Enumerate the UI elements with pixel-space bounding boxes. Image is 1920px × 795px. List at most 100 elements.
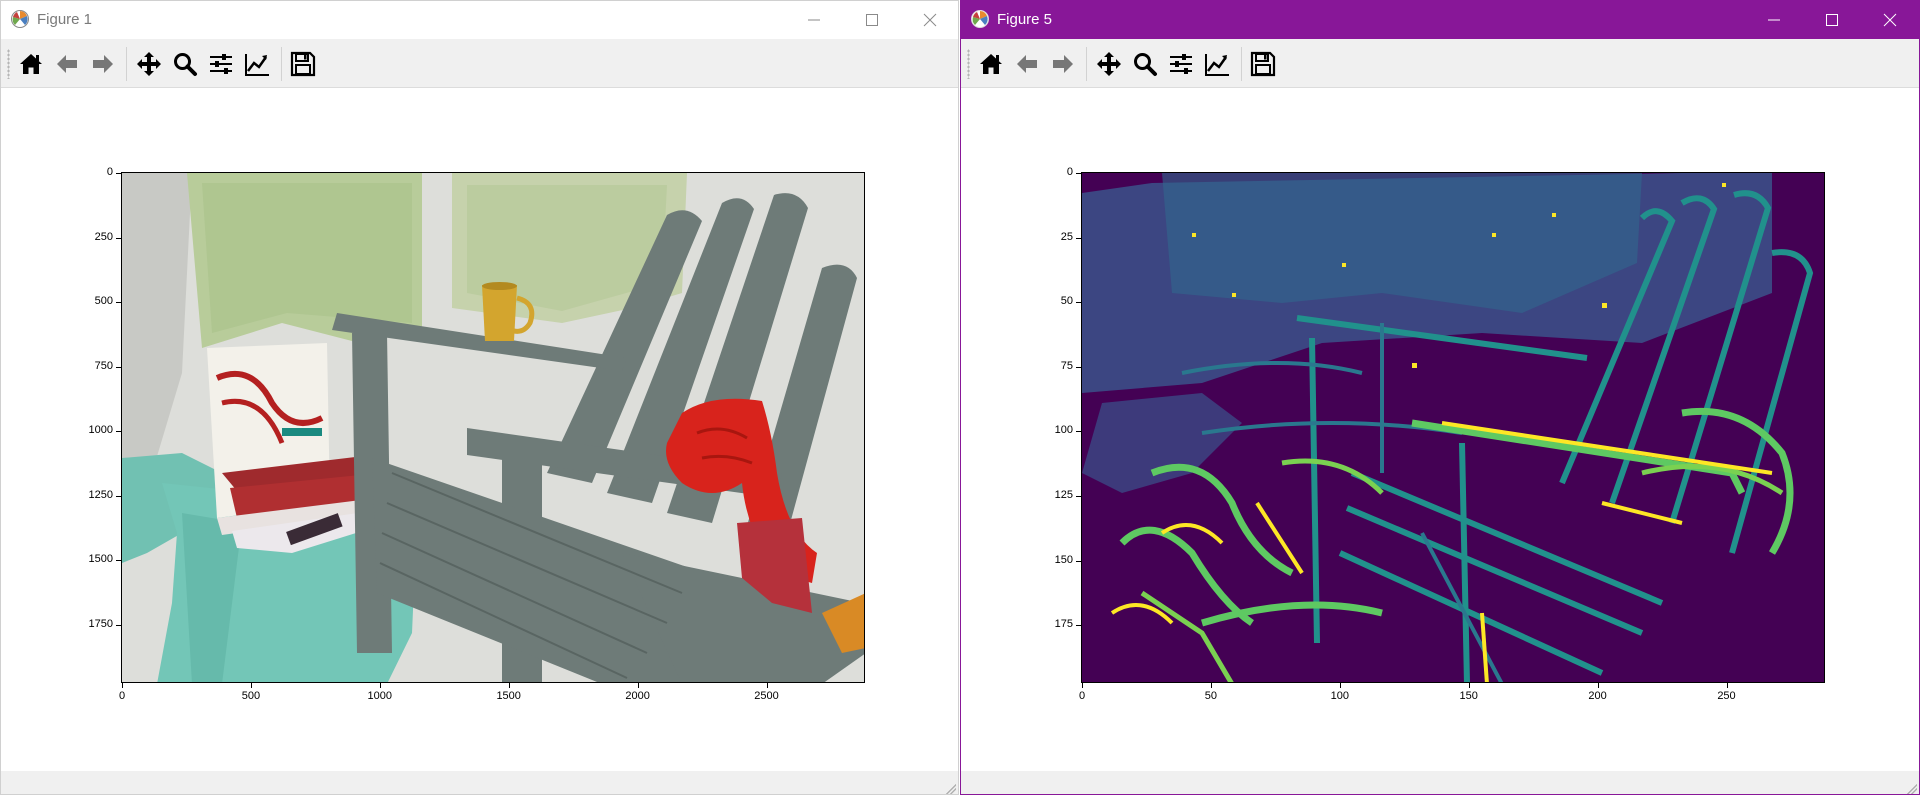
- save-button[interactable]: [287, 48, 319, 80]
- forward-button[interactable]: [87, 48, 119, 80]
- figure-5-window: Figure 5 0 25 50 75 100 125 150 175 0 50…: [960, 0, 1920, 795]
- x-tick-mark: [1597, 683, 1599, 688]
- edit-axis-icon: [245, 54, 269, 76]
- x-tick-mark: [508, 683, 510, 688]
- y-tick-mark: [1076, 173, 1081, 174]
- pan-move-icon: [137, 52, 161, 76]
- home-button[interactable]: [975, 48, 1007, 80]
- toolbar-separator: [1086, 47, 1087, 81]
- title-bar[interactable]: Figure 1: [1, 1, 958, 39]
- y-tick-label: 1000: [88, 424, 113, 436]
- pan-button[interactable]: [133, 48, 165, 80]
- y-tick-mark: [116, 560, 121, 561]
- y-tick-label: 100: [1054, 424, 1073, 437]
- navigation-toolbar: [961, 39, 1919, 88]
- y-tick-label: 250: [94, 230, 113, 243]
- y-tick-mark: [116, 431, 121, 432]
- y-tick-label: 1250: [88, 488, 113, 501]
- forward-button[interactable]: [1047, 48, 1079, 80]
- home-icon: [20, 54, 42, 74]
- resize-grip[interactable]: [1907, 784, 1917, 794]
- segmentation-image: [1082, 173, 1824, 682]
- image-axes[interactable]: [1081, 172, 1825, 683]
- matplotlib-app-icon: [971, 10, 989, 28]
- x-tick-mark: [1210, 683, 1212, 688]
- home-button[interactable]: [15, 48, 47, 80]
- x-tick-mark: [1339, 683, 1341, 688]
- y-tick-label: 750: [94, 359, 113, 372]
- close-button[interactable]: [901, 1, 958, 39]
- pan-move-icon: [1097, 52, 1121, 76]
- x-tick-mark: [766, 683, 768, 688]
- x-tick-mark: [1726, 683, 1728, 688]
- close-button[interactable]: [1861, 1, 1919, 39]
- title-bar[interactable]: Figure 5: [961, 1, 1919, 39]
- save-floppy-icon: [1250, 51, 1276, 77]
- x-tick-label: 1000: [367, 690, 393, 702]
- y-tick-label: 125: [1054, 489, 1073, 501]
- zoom-button[interactable]: [169, 48, 201, 80]
- y-tick-label: 150: [1054, 553, 1073, 566]
- y-tick-label: 0: [1066, 166, 1073, 178]
- x-tick-mark: [379, 683, 381, 688]
- configure-subplots-button[interactable]: [205, 48, 237, 80]
- minimize-icon: [808, 19, 820, 21]
- back-arrow-icon: [1017, 55, 1037, 73]
- toolbar-separator: [126, 47, 127, 81]
- y-tick-mark: [1076, 560, 1081, 562]
- x-tick-mark: [1468, 683, 1470, 688]
- resize-grip[interactable]: [946, 784, 956, 794]
- configure-subplots-button[interactable]: [1165, 48, 1197, 80]
- image-axes[interactable]: [121, 172, 865, 683]
- y-tick-mark: [116, 495, 121, 497]
- zoom-magnifier-icon: [174, 53, 197, 76]
- y-tick-mark: [116, 624, 121, 626]
- maximize-button[interactable]: [843, 1, 901, 39]
- maximize-button[interactable]: [1803, 1, 1861, 39]
- edit-axis-button[interactable]: [241, 48, 273, 80]
- y-tick-label: 500: [94, 295, 113, 307]
- toolbar-grip[interactable]: [967, 49, 970, 79]
- toolbar-grip[interactable]: [7, 49, 10, 79]
- x-tick-label: 0: [1078, 690, 1086, 702]
- subplots-sliders-icon: [210, 54, 232, 74]
- status-bar: [961, 771, 1919, 794]
- y-tick-mark: [116, 366, 121, 368]
- save-button[interactable]: [1247, 48, 1279, 80]
- y-tick-label: 75: [1060, 359, 1073, 372]
- x-tick-label: 200: [1588, 690, 1607, 702]
- forward-arrow-icon: [93, 55, 113, 73]
- window-title: Figure 1: [37, 11, 93, 28]
- y-tick-mark: [1076, 366, 1081, 368]
- save-floppy-icon: [290, 51, 316, 77]
- edit-axis-button[interactable]: [1201, 48, 1233, 80]
- x-tick-label: 2500: [754, 690, 779, 702]
- y-tick-label: 175: [1054, 618, 1073, 631]
- status-bar: [1, 771, 958, 794]
- navigation-toolbar: [1, 39, 958, 88]
- x-tick-label: 1500: [496, 690, 521, 702]
- y-tick-mark: [116, 237, 121, 239]
- x-tick-label: 250: [1717, 690, 1736, 702]
- x-tick-label: 150: [1459, 690, 1478, 702]
- figure-1-window: Figure 1 0 250 500 750 1000 1250 1500 17…: [0, 0, 959, 795]
- zoom-button[interactable]: [1129, 48, 1161, 80]
- maximize-icon: [1826, 14, 1838, 26]
- back-arrow-icon: [57, 55, 77, 73]
- minimize-button[interactable]: [1745, 1, 1803, 39]
- zoom-magnifier-icon: [1134, 53, 1157, 76]
- y-tick-mark: [1076, 496, 1081, 497]
- back-button[interactable]: [1011, 48, 1043, 80]
- toolbar-separator: [1241, 47, 1242, 81]
- back-button[interactable]: [51, 48, 83, 80]
- y-tick-label: 1750: [88, 617, 113, 630]
- edit-axis-icon: [1205, 54, 1229, 76]
- y-tick-mark: [1076, 302, 1081, 304]
- minimize-icon: [1768, 19, 1780, 21]
- x-tick-mark: [122, 683, 123, 688]
- y-tick-mark: [1076, 237, 1081, 239]
- pan-button[interactable]: [1093, 48, 1125, 80]
- y-tick-label: 50: [1060, 295, 1073, 308]
- minimize-button[interactable]: [785, 1, 843, 39]
- x-tick-label: 100: [1330, 690, 1349, 702]
